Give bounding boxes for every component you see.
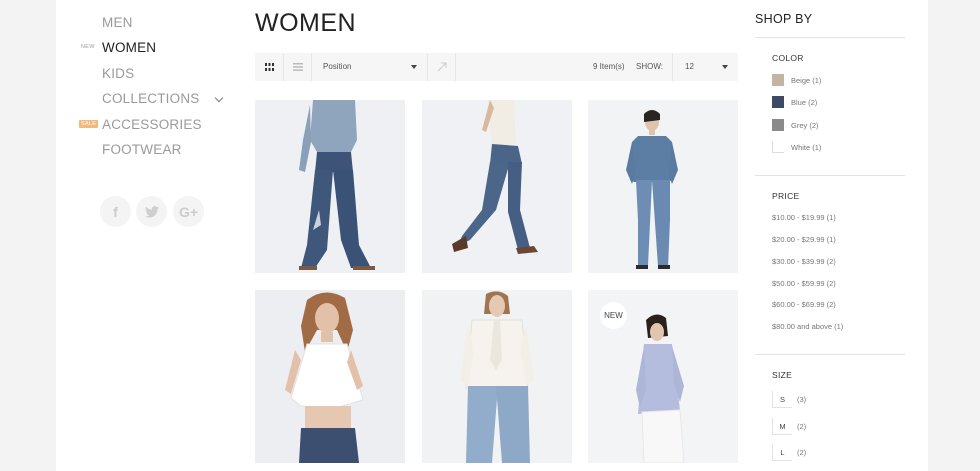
page-title: WOMEN [255,9,357,37]
filter-price-option[interactable]: $10.00 - $19.99 (1) [772,213,836,222]
product-card[interactable] [255,100,405,273]
product-card[interactable]: NEW [588,290,738,463]
list-icon [293,63,303,71]
filter-option-label: Beige (1) [791,76,822,85]
product-card[interactable] [422,100,572,273]
sort-direction-button[interactable] [428,53,456,81]
list-view-button[interactable] [284,53,312,81]
filter-price-option[interactable]: $80.00 and above (1) [772,322,843,331]
filter-size-count: (2) [797,448,807,457]
nav-item-women[interactable]: WOMEN [102,40,156,55]
filter-price-option[interactable]: $20.00 - $29.99 (1) [772,235,836,244]
new-tag: NEW [81,44,95,50]
twitter-icon[interactable] [136,196,167,227]
filter-price-option[interactable]: $60.00 - $69.99 (2) [772,300,836,309]
sort-select[interactable]: Position [312,53,428,81]
limit-value: 12 [685,62,694,71]
google-plus-icon[interactable]: G+ [173,196,204,227]
nav-item-accessories[interactable]: ACCESSORIES [102,117,202,132]
filter-price-option[interactable]: $50.00 - $59.99 (2) [772,279,836,288]
nav-item-kids[interactable]: KIDS [102,66,134,81]
filter-size-s[interactable]: S [772,391,792,408]
color-swatch [772,74,784,86]
product-card[interactable] [255,290,405,463]
filter-size-title: SIZE [772,370,793,380]
page-container: MEN NEW WOMEN KIDS COLLECTIONS SALE ACCE… [56,0,928,471]
product-image [422,290,572,463]
sale-tag: SALE [79,120,99,128]
divider [755,175,905,176]
filter-size-l[interactable]: L [772,444,792,461]
limit-select[interactable]: 12 [672,53,738,81]
nav-item-footwear[interactable]: FOOTWEAR [102,142,182,157]
new-badge: NEW [600,302,627,329]
items-count: 9 Item(s) [593,62,625,71]
filter-size-m[interactable]: M [772,418,792,435]
caret-down-icon [722,65,728,69]
grid-icon [265,63,274,71]
filter-price-option[interactable]: $30.00 - $39.99 (2) [772,257,836,266]
product-toolbar: Position 9 Item(s) SHOW: 12 [255,53,738,81]
filter-size-count: (2) [797,422,807,431]
product-image [422,100,572,273]
divider [755,354,905,355]
filter-size-count: (3) [797,395,807,404]
filter-price-title: PRICE [772,191,800,201]
nav-item-men[interactable]: MEN [102,15,133,30]
color-swatch [772,141,784,153]
product-card[interactable] [588,100,738,273]
chevron-down-icon[interactable] [214,93,224,103]
show-label: SHOW: [636,62,663,71]
filter-color-title: COLOR [772,53,804,63]
filter-option-label: Blue (2) [791,98,818,107]
shop-by-title: SHOP BY [755,12,813,26]
product-image [588,100,738,273]
filter-option-label: Grey (2) [791,121,819,130]
divider [755,37,905,38]
sort-value: Position [323,62,352,71]
grid-view-button[interactable] [255,53,284,81]
color-swatch [772,96,784,108]
color-swatch [772,119,784,131]
product-card[interactable] [422,290,572,463]
product-image [255,100,405,273]
arrow-up-right-icon [437,62,447,72]
filter-option-label: White (1) [791,143,822,152]
caret-down-icon [411,65,417,69]
nav-item-collections[interactable]: COLLECTIONS [102,91,199,106]
product-image [255,290,405,463]
facebook-icon[interactable]: f [100,196,131,227]
